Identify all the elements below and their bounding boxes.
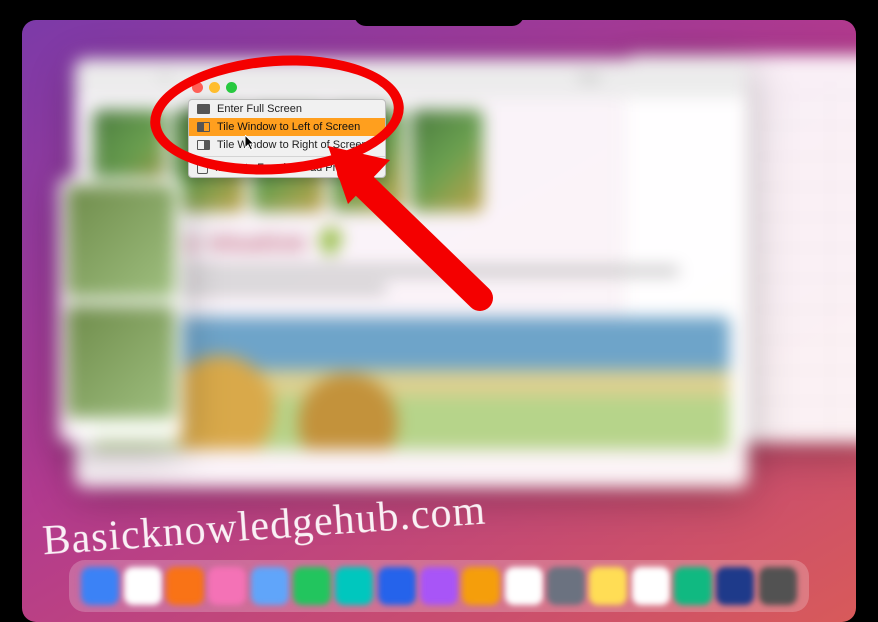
fullscreen-window-button[interactable]	[226, 82, 237, 93]
dock-app-icon[interactable]	[462, 567, 500, 605]
background-windows-blurred: Vi Table A prickly situation 🌵	[22, 20, 856, 622]
note-body-text	[93, 265, 729, 300]
toolbar-table-label: Table	[577, 73, 601, 84]
dock-app-icon[interactable]	[759, 567, 797, 605]
display-notch	[354, 6, 524, 26]
menu-item-enter-full-screen[interactable]: Enter Full Screen	[189, 100, 385, 118]
dock-app-icon[interactable]	[124, 567, 162, 605]
ipad-icon	[197, 162, 208, 174]
tile-right-icon	[197, 140, 210, 150]
green-button-menu-area: Enter Full Screen Tile Window to Left of…	[188, 78, 428, 178]
dock-app-icon[interactable]	[589, 567, 627, 605]
dock-app-icon[interactable]	[293, 567, 331, 605]
window-layout-menu: Enter Full Screen Tile Window to Left of…	[188, 99, 386, 178]
menu-item-move-to-ipad[interactable]: Move to Farrah's iPad Pro	[189, 159, 385, 177]
dock-app-icon[interactable]	[420, 567, 458, 605]
menu-item-label: Tile Window to Left of Screen	[217, 121, 360, 133]
menu-item-label: Move to Farrah's iPad Pro	[215, 162, 342, 174]
safari-window	[59, 177, 183, 442]
dock	[69, 560, 809, 612]
dock-app-icon[interactable]	[81, 567, 119, 605]
menu-item-tile-right[interactable]: Tile Window to Right of Screen	[189, 136, 385, 154]
dock-app-icon[interactable]	[716, 567, 754, 605]
menu-item-label: Tile Window to Right of Screen	[217, 139, 368, 151]
note-illustration	[93, 317, 729, 450]
note-title: A prickly situation 🌵	[93, 224, 729, 259]
desktop: Vi Table A prickly situation 🌵	[22, 20, 856, 622]
dock-app-icon[interactable]	[251, 567, 289, 605]
dock-app-icon[interactable]	[166, 567, 204, 605]
dock-app-icon[interactable]	[674, 567, 712, 605]
menu-item-tile-left[interactable]: Tile Window to Left of Screen	[189, 118, 385, 136]
dock-app-icon[interactable]	[632, 567, 670, 605]
dock-app-icon[interactable]	[378, 567, 416, 605]
dock-app-icon[interactable]	[547, 567, 585, 605]
tile-left-icon	[197, 122, 210, 132]
window-traffic-lights	[188, 78, 428, 99]
dock-app-icon[interactable]	[505, 567, 543, 605]
menu-item-label: Enter Full Screen	[217, 103, 302, 115]
dock-app-icon[interactable]	[335, 567, 373, 605]
minimize-window-button[interactable]	[209, 82, 220, 93]
close-window-button[interactable]	[192, 82, 203, 93]
fullscreen-icon	[197, 104, 210, 114]
menu-separator	[189, 156, 385, 157]
dock-app-icon[interactable]	[208, 567, 246, 605]
laptop-frame: Vi Table A prickly situation 🌵	[8, 6, 870, 622]
toolbar-view-label: Vi	[161, 73, 170, 84]
